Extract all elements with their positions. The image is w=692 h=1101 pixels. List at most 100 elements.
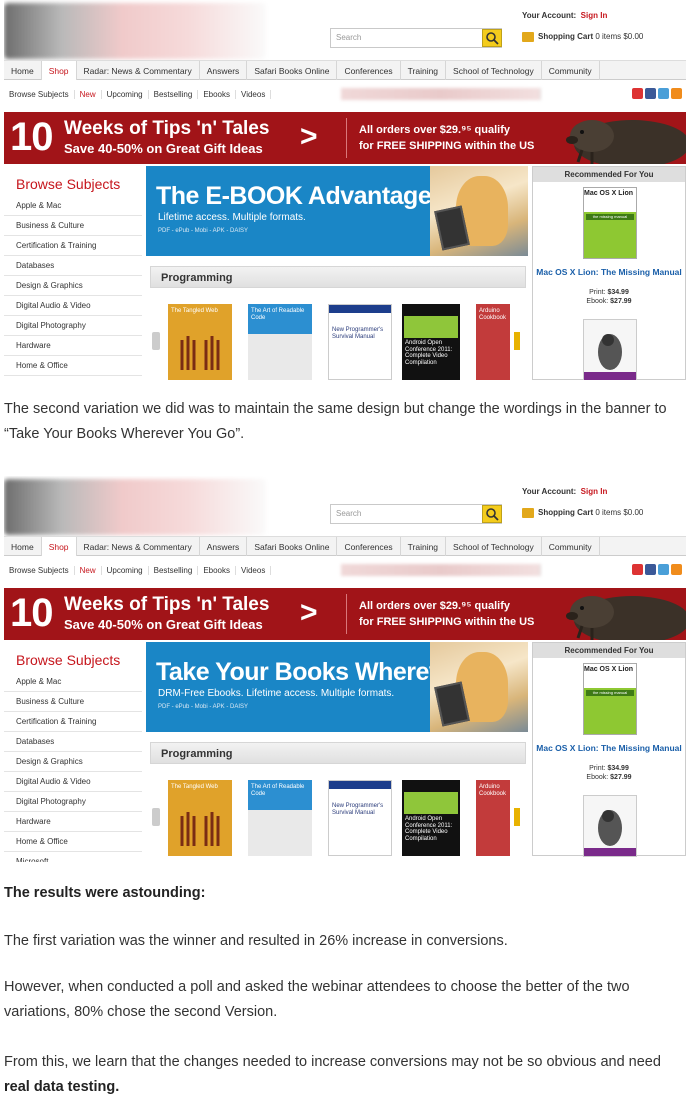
facebook-icon[interactable] xyxy=(645,88,656,99)
nav-item-community[interactable]: Community xyxy=(542,537,600,556)
browse-subject-item[interactable]: Digital Photography xyxy=(4,316,142,336)
browse-subject-item[interactable]: Business & Culture xyxy=(4,216,142,236)
book-cover[interactable]: The Tangled Web xyxy=(168,780,232,856)
sign-in-link[interactable]: Sign In xyxy=(581,11,608,20)
rss-icon[interactable] xyxy=(671,88,682,99)
browse-subject-item[interactable]: Databases xyxy=(4,732,142,752)
rss-red-icon[interactable] xyxy=(632,564,643,575)
subnav-item-browse-subjects[interactable]: Browse Subjects xyxy=(4,565,75,575)
nav-item-home[interactable]: Home xyxy=(4,61,42,80)
nav-item-answers[interactable]: Answers xyxy=(200,537,248,556)
carousel-prev-button[interactable] xyxy=(152,808,160,826)
browse-subject-item[interactable]: Design & Graphics xyxy=(4,276,142,296)
nav-item-radar-news-commentary[interactable]: Radar: News & Commentary xyxy=(77,537,200,556)
nav-item-safari-books-online[interactable]: Safari Books Online xyxy=(247,537,338,556)
search-input[interactable]: Search xyxy=(330,504,502,524)
recommended-book-title[interactable]: Mac OS X Lion: The Missing Manual xyxy=(533,743,685,753)
browse-subject-item[interactable]: Business & Culture xyxy=(4,692,142,712)
browse-subject-item[interactable]: Digital Audio & Video xyxy=(4,772,142,792)
carousel-next-button[interactable] xyxy=(514,332,520,350)
book-cover[interactable]: The Art of Readable Code xyxy=(248,304,312,380)
subnav-item-upcoming[interactable]: Upcoming xyxy=(102,89,149,99)
nav-item-radar-news-commentary[interactable]: Radar: News & Commentary xyxy=(77,61,200,80)
nav-item-training[interactable]: Training xyxy=(401,61,447,80)
book-cover[interactable]: New Programmer's Survival Manual xyxy=(328,304,392,380)
browse-subject-item[interactable]: Design & Graphics xyxy=(4,752,142,772)
shopping-cart[interactable]: Shopping Cart 0 items $0.00 xyxy=(522,508,643,518)
twitter-icon[interactable] xyxy=(658,564,669,575)
subnav-item-bestselling[interactable]: Bestselling xyxy=(149,565,199,575)
browse-subject-item[interactable]: Hardware xyxy=(4,336,142,356)
nav-item-community[interactable]: Community xyxy=(542,61,600,80)
carousel-prev-button[interactable] xyxy=(152,332,160,350)
browse-subject-item[interactable]: Apple & Mac xyxy=(4,672,142,692)
site-logo-blurred[interactable] xyxy=(4,479,266,535)
twitter-icon[interactable] xyxy=(658,88,669,99)
browse-subject-item[interactable]: Microsoft xyxy=(4,376,142,380)
recommended-book-cover[interactable]: Mac OS X Lion the missing manual xyxy=(583,663,637,735)
subnav-item-browse-subjects[interactable]: Browse Subjects xyxy=(4,89,75,99)
subnav-item-new[interactable]: New xyxy=(75,565,102,575)
book-title: New Programmer's Survival Manual xyxy=(332,803,384,816)
promo-banner[interactable]: 10 Weeks of Tips 'n' Tales Save 40-50% o… xyxy=(4,588,686,640)
hero-banner[interactable]: The E-BOOK Advantage Lifetime access. Mu… xyxy=(146,166,528,256)
browse-subject-item[interactable]: Digital Photography xyxy=(4,792,142,812)
book-cover[interactable]: Arduino Cookbook xyxy=(476,304,510,380)
hero-banner[interactable]: Take Your Books Wherever You Go DRM-Free… xyxy=(146,642,528,732)
book-cover[interactable]: New Programmer's Survival Manual xyxy=(328,780,392,856)
browse-subject-item[interactable]: Home & Office xyxy=(4,832,142,852)
recommended-book-cover-2[interactable] xyxy=(583,795,637,857)
subnav-item-upcoming[interactable]: Upcoming xyxy=(102,565,149,575)
browse-subject-item[interactable]: Home & Office xyxy=(4,356,142,376)
nav-item-shop[interactable]: Shop xyxy=(41,537,77,556)
browse-subject-item[interactable]: Apple & Mac xyxy=(4,196,142,216)
browse-subject-item[interactable]: Hardware xyxy=(4,812,142,832)
subnav-item-videos[interactable]: Videos xyxy=(236,89,272,99)
browse-subject-item[interactable]: Databases xyxy=(4,256,142,276)
search-button[interactable] xyxy=(482,505,502,523)
recommended-book-cover[interactable]: Mac OS X Lion the missing manual xyxy=(583,187,637,259)
results-heading-text: The results were astounding: xyxy=(4,885,206,901)
recommended-book-title[interactable]: Mac OS X Lion: The Missing Manual xyxy=(533,267,685,277)
book-cover[interactable]: Android Open Conference 2011: Complete V… xyxy=(402,304,460,380)
promo-banner[interactable]: 10 Weeks of Tips 'n' Tales Save 40-50% o… xyxy=(4,112,686,164)
subnav-item-videos[interactable]: Videos xyxy=(236,565,272,575)
book-cover[interactable]: The Art of Readable Code xyxy=(248,780,312,856)
search-input[interactable]: Search xyxy=(330,28,502,48)
nav-item-school-of-technology[interactable]: School of Technology xyxy=(446,61,542,80)
nav-item-answers[interactable]: Answers xyxy=(200,61,248,80)
rss-icon[interactable] xyxy=(671,564,682,575)
book-title: Android Open Conference 2011: Complete V… xyxy=(405,340,453,366)
site-logo-blurred[interactable] xyxy=(4,3,266,59)
browse-subject-item[interactable]: Microsoft xyxy=(4,852,142,862)
book-cover[interactable]: The Tangled Web xyxy=(168,304,232,380)
cover-subtitle-bar: the missing manual xyxy=(586,214,634,220)
book-title: The Art of Readable Code xyxy=(251,308,305,321)
subnav-item-new[interactable]: New xyxy=(75,89,102,99)
subnav-item-ebooks[interactable]: Ebooks xyxy=(198,565,236,575)
subnav-item-ebooks[interactable]: Ebooks xyxy=(198,89,236,99)
nav-item-shop[interactable]: Shop xyxy=(41,61,77,80)
nav-item-conferences[interactable]: Conferences xyxy=(337,61,401,80)
subnav-item-bestselling[interactable]: Bestselling xyxy=(149,89,199,99)
browse-subject-item[interactable]: Certification & Training xyxy=(4,712,142,732)
nav-item-conferences[interactable]: Conferences xyxy=(337,537,401,556)
nav-item-school-of-technology[interactable]: School of Technology xyxy=(446,537,542,556)
browse-subjects-panel: Browse Subjects Apple & Mac Business & Cu… xyxy=(4,646,142,862)
facebook-icon[interactable] xyxy=(645,564,656,575)
browse-subject-item[interactable]: Certification & Training xyxy=(4,236,142,256)
hero-formats: PDF - ePub - Mobi - APK - DAISY xyxy=(158,704,249,710)
search-button[interactable] xyxy=(482,29,502,47)
sign-in-link[interactable]: Sign In xyxy=(581,487,608,496)
nav-item-home[interactable]: Home xyxy=(4,537,42,556)
carousel-next-button[interactable] xyxy=(514,808,520,826)
shopping-cart[interactable]: Shopping Cart 0 items $0.00 xyxy=(522,32,643,42)
browse-subject-item[interactable]: Digital Audio & Video xyxy=(4,296,142,316)
browse-subjects-title: Browse Subjects xyxy=(16,652,121,668)
recommended-book-cover-2[interactable] xyxy=(583,319,637,380)
rss-red-icon[interactable] xyxy=(632,88,643,99)
nav-item-training[interactable]: Training xyxy=(401,537,447,556)
nav-item-safari-books-online[interactable]: Safari Books Online xyxy=(247,61,338,80)
book-cover[interactable]: Arduino Cookbook xyxy=(476,780,510,856)
book-cover[interactable]: Android Open Conference 2011: Complete V… xyxy=(402,780,460,856)
